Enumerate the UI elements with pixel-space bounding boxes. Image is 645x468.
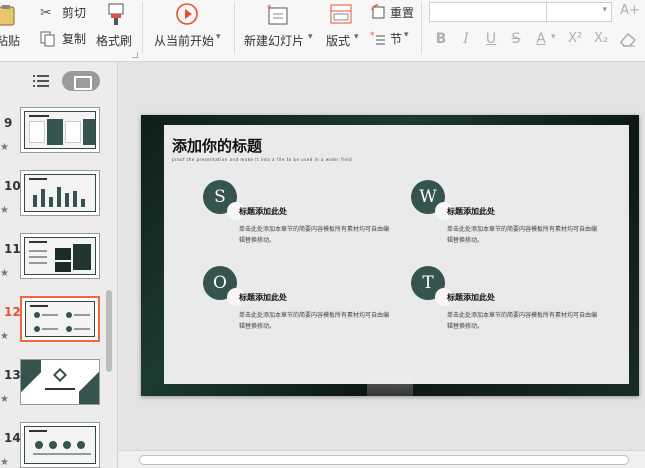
slide-title[interactable]: 添加你的标题	[172, 135, 262, 156]
scissors-icon: ✂	[40, 5, 52, 21]
slide-canvas: 添加你的标题 proof the presentation and make i…	[119, 62, 645, 450]
format-painter-button[interactable]: 格式刷	[96, 2, 136, 54]
slide-thumbnail-10[interactable]	[20, 170, 100, 216]
copy-icon	[40, 31, 55, 47]
swot-heading: 标题添加此处	[239, 293, 287, 302]
play-icon	[176, 3, 198, 25]
slide-subtitle[interactable]: proof the presentation and make it into …	[172, 157, 352, 162]
brush-icon	[108, 3, 124, 25]
layout-button[interactable]: 版式 ▾	[322, 2, 362, 54]
swot-body: 单击此处添加本章节的简要内容模板所有素材均可自由编辑替换移动。	[447, 312, 598, 330]
slide-number: 14	[4, 431, 21, 445]
font-color-button[interactable]: A	[533, 31, 549, 47]
slide-number: 11	[4, 242, 21, 256]
subscript-button[interactable]: X₂	[590, 31, 612, 47]
swot-heading: 标题添加此处	[239, 207, 287, 216]
star-icon: ★	[0, 142, 9, 153]
swot-heading: 标题添加此处	[447, 293, 495, 302]
swot-body: 单击此处添加本章节的简要内容模板所有素材均可自由编辑替换移动。	[239, 312, 390, 330]
swot-body: 单击此处添加本章节的简要内容模板所有素材均可自由编辑替换移动。	[447, 226, 598, 244]
slide-thumbnail-11[interactable]	[20, 233, 100, 279]
swot-item-o[interactable]: O 标题添加此处 单击此处添加本章节的简要内容模板所有素材均可自由编辑替换移动。	[203, 266, 423, 346]
chevron-down-icon: ▾	[216, 32, 221, 42]
slide-thumbnail-9[interactable]	[20, 107, 100, 153]
paste-button[interactable]	[0, 4, 20, 26]
cut-label: 剪切	[62, 6, 87, 20]
underline-button[interactable]: U	[483, 31, 499, 47]
chevron-down-icon: ▾	[551, 32, 556, 42]
star-icon: ★	[0, 268, 9, 279]
eraser-icon[interactable]	[619, 31, 637, 47]
strikethrough-button[interactable]: S	[508, 31, 524, 47]
star-icon: ★	[0, 394, 9, 405]
layout-label: 版式	[326, 34, 351, 48]
slide-thumbnail-13[interactable]	[20, 359, 100, 405]
thumbnail-view-toggle[interactable]	[62, 71, 100, 91]
play-from-current-button[interactable]: 从当前开始 ▾	[152, 2, 224, 54]
slide-number: 10	[4, 179, 21, 193]
layout-icon	[330, 4, 352, 24]
slide-thumbnail-panel: 9 ★ 10 ★ 11 ★ 12 ★ 13 ★ 14 ★	[0, 62, 118, 468]
swot-letter-circle: O	[203, 266, 245, 306]
slide-number: 9	[4, 116, 13, 130]
thumbnail-scrollbar[interactable]	[106, 290, 112, 372]
reset-label: 重置	[390, 6, 415, 20]
format-painter-label: 格式刷	[96, 34, 133, 48]
new-slide-label: 新建幻灯片	[244, 34, 305, 48]
chevron-down-icon: ▾	[404, 30, 409, 40]
dialog-launcher-icon[interactable]	[132, 52, 138, 58]
slide-number: 12	[4, 305, 21, 319]
chevron-down-icon: ▾	[308, 32, 313, 42]
star-icon: ★	[0, 205, 9, 216]
chevron-down-icon: ▾	[602, 5, 607, 15]
swot-body: 单击此处添加本章节的简要内容模板所有素材均可自由编辑替换移动。	[239, 226, 390, 244]
horizontal-scrollbar-track	[119, 450, 645, 468]
current-slide[interactable]: 添加你的标题 proof the presentation and make i…	[141, 115, 639, 396]
swot-heading: 标题添加此处	[447, 207, 495, 216]
grow-font-button[interactable]: A+	[619, 3, 641, 19]
bold-button[interactable]: B	[433, 31, 449, 47]
paste-icon	[0, 5, 15, 26]
chevron-down-icon: ▾	[354, 32, 359, 42]
section-icon: *	[370, 31, 385, 45]
font-size-select[interactable]: ▾	[546, 2, 612, 22]
slide-thumbnail-12[interactable]	[20, 296, 100, 342]
new-slide-button[interactable]: * 新建幻灯片 ▾	[242, 2, 314, 54]
content-panel: 添加你的标题 proof the presentation and make i…	[164, 125, 629, 384]
section-label: 节	[390, 32, 403, 46]
star-icon: ★	[0, 457, 9, 468]
superscript-button[interactable]: X²	[564, 31, 586, 47]
italic-button[interactable]: I	[458, 31, 474, 47]
play-from-current-label: 从当前开始	[154, 34, 215, 48]
swot-letter-circle: W	[411, 180, 453, 220]
swot-item-t[interactable]: T 标题添加此处 单击此处添加本章节的简要内容模板所有素材均可自由编辑替换移动。	[411, 266, 631, 346]
swot-item-w[interactable]: W 标题添加此处 单击此处添加本章节的简要内容模板所有素材均可自由编辑替换移动。	[411, 180, 631, 260]
font-name-select[interactable]	[429, 2, 547, 22]
ribbon-toolbar: 粘贴 ✂ 剪切 复制 格式刷 从当前开始 ▾ * 新建幻灯片 ▾ 版式 ▾ 重置…	[0, 0, 645, 62]
swot-letter-circle: S	[203, 180, 245, 220]
svg-text:*: *	[267, 4, 272, 14]
svg-text:*: *	[370, 31, 375, 41]
swot-item-s[interactable]: S 标题添加此处 单击此处添加本章节的简要内容模板所有素材均可自由编辑替换移动。	[203, 180, 423, 260]
new-slide-icon: *	[267, 4, 288, 25]
paste-label: 粘贴	[0, 34, 21, 48]
star-icon: ★	[0, 331, 9, 342]
slide-thumbnail-14[interactable]	[20, 422, 100, 468]
slide-number: 13	[4, 368, 21, 382]
copy-label: 复制	[62, 32, 87, 46]
swot-letter-circle: T	[411, 266, 453, 306]
horizontal-scrollbar-thumb[interactable]	[139, 455, 629, 465]
reset-icon	[371, 4, 385, 19]
outline-view-icon[interactable]	[33, 74, 49, 88]
